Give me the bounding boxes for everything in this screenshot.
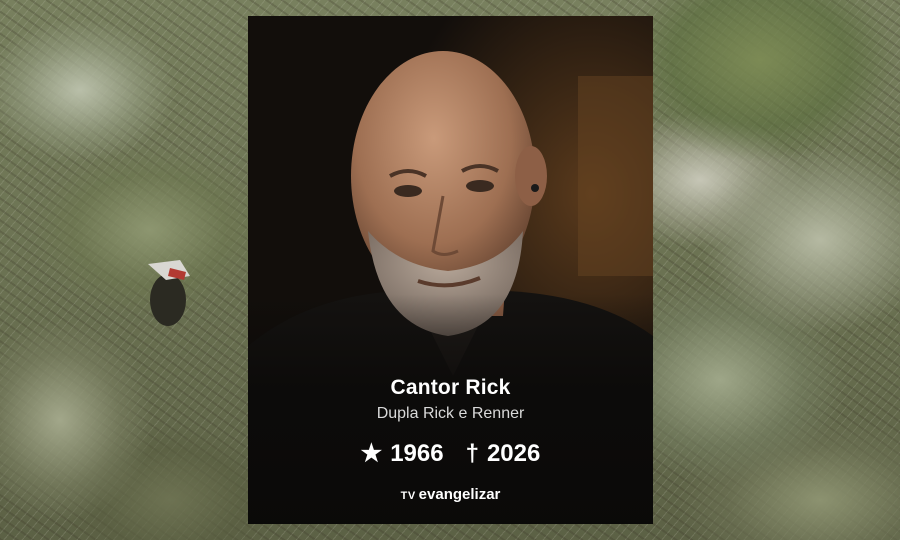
death-year: 2026 — [486, 439, 541, 467]
person-in-vegetation — [148, 260, 190, 326]
person-name: Cantor Rick — [390, 376, 511, 399]
memorial-text-block: Cantor Rick Dupla Rick e Renner ★ 1966 †… — [248, 376, 653, 503]
brand-prefix: TV — [400, 490, 416, 502]
star-icon: ★ — [360, 440, 383, 467]
life-dates: ★ 1966 † 2026 — [248, 439, 653, 468]
brand-name: evangelizar — [418, 486, 501, 503]
birth-year: 1966 — [390, 439, 444, 467]
cross-icon: † — [465, 439, 479, 467]
person-subtitle: Dupla Rick e Renner — [376, 405, 525, 422]
memorial-card: Cantor Rick Dupla Rick e Renner ★ 1966 †… — [248, 16, 653, 524]
brand-logo: TV evangelizar — [248, 486, 653, 503]
